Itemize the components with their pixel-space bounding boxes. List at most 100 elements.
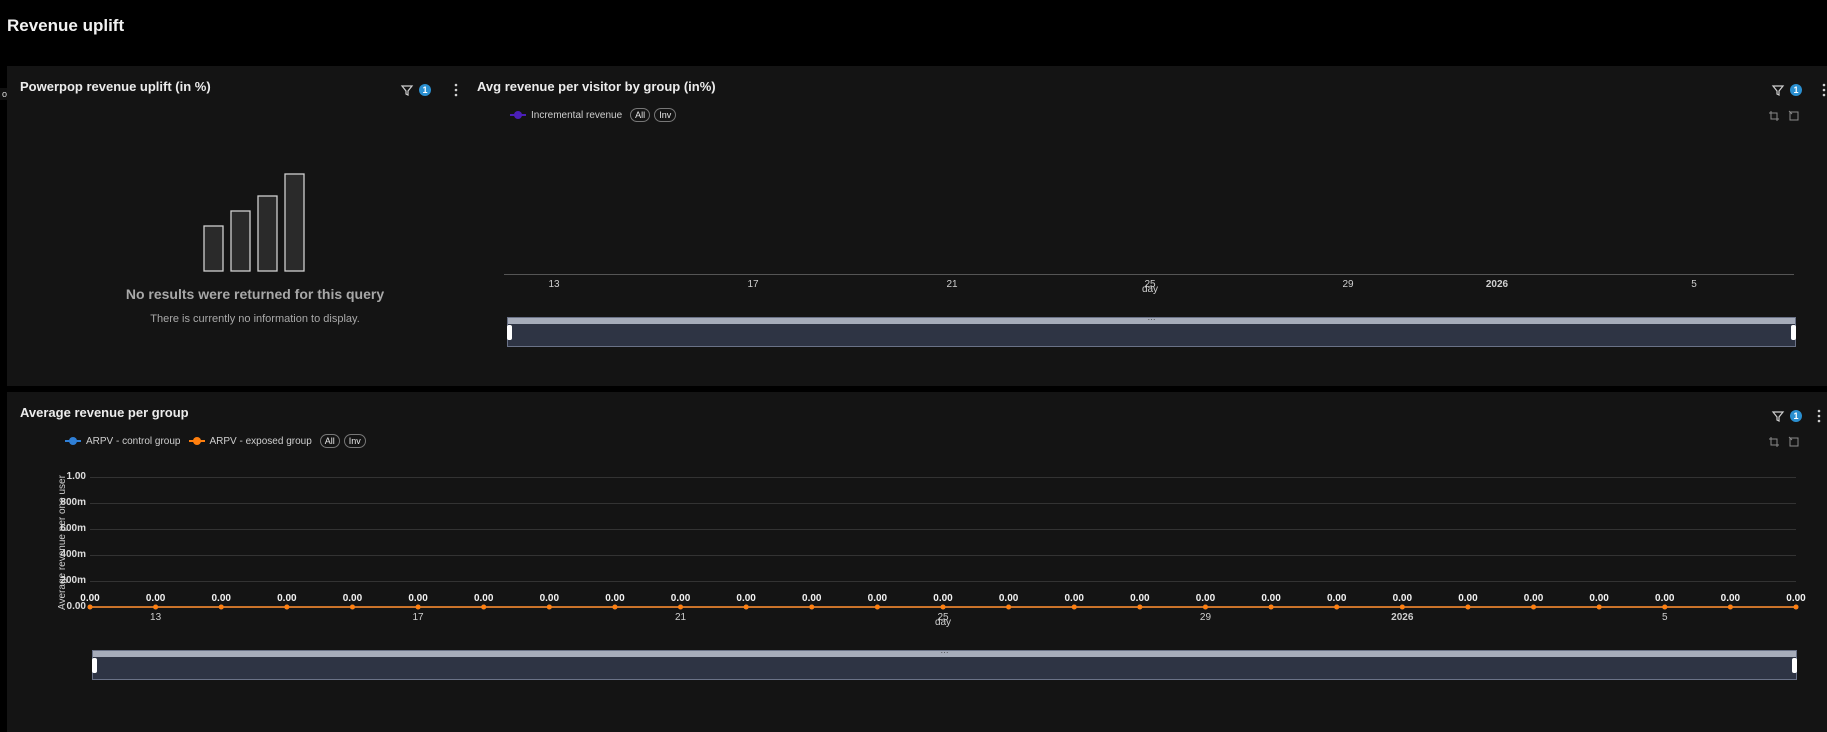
slider-handle-right[interactable] [1791,325,1796,340]
data-point[interactable] [1596,604,1602,610]
data-label: 0.00 [1064,593,1084,604]
zoom-select-icon[interactable] [1768,110,1780,122]
filter-icon[interactable] [1771,83,1785,97]
data-point[interactable] [1006,604,1012,610]
data-label: 0.00 [473,593,494,604]
data-label: 0.00 [1458,593,1478,604]
data-label: 0.00 [736,593,756,604]
empty-bars-icon [203,173,305,272]
data-point[interactable] [612,604,618,610]
data-point[interactable] [218,604,224,610]
data-point[interactable] [1399,604,1405,610]
zoom-slider[interactable]: ··· [92,648,1797,680]
data-point[interactable] [349,604,355,610]
x-tick-label: 13 [150,612,162,623]
filter-count-badge: 1 [1790,84,1802,96]
data-point[interactable] [153,604,159,610]
data-point[interactable] [1531,604,1537,610]
data-label: 0.00 [802,593,822,604]
data-label: 0.00 [933,593,953,604]
slider-grip[interactable]: ··· [941,648,949,657]
data-label: 0.00 [1786,593,1806,604]
data-label: 0.00 [1589,593,1609,604]
x-axis-title: day [1141,284,1159,295]
data-label: 0.00 [1720,593,1741,604]
data-label: 0.00 [867,593,888,604]
data-point[interactable] [874,604,880,610]
data-point[interactable] [940,604,946,610]
x-tick-label: 13 [548,279,560,290]
x-tick-label: 2026 [1391,612,1414,623]
panel-avg-revenue-visitor: Avg revenue per visitor by group (in%) I… [467,66,1827,386]
data-point[interactable] [1465,604,1471,610]
data-point[interactable] [678,604,684,610]
data-point[interactable] [1202,604,1208,610]
data-point[interactable] [284,604,290,610]
filter-icon[interactable] [400,83,414,97]
panel-powerpop-uplift: Powerpop revenue uplift (in %) 1 No resu… [7,66,467,386]
slider-handle-right[interactable] [1792,658,1797,673]
panel-title: Powerpop revenue uplift (in %) [20,79,211,94]
page-title: Revenue uplift [7,16,125,35]
data-label: 0.00 [1326,593,1347,604]
legend-label: Incremental revenue [531,109,623,121]
line-chart-plot [87,604,1799,610]
data-point[interactable] [1793,604,1799,610]
data-label: 0.00 [670,593,691,604]
data-label: 0.00 [1655,593,1675,604]
legend-swatch [510,111,526,119]
data-point[interactable] [1268,604,1274,610]
x-tick-label: 21 [674,612,687,623]
x-tick-label: 17 [412,612,424,623]
data-point[interactable] [1662,604,1668,610]
data-label: 0.00 [277,593,297,604]
data-label: 0.00 [1523,593,1544,604]
data-point[interactable] [546,604,552,610]
data-point[interactable] [87,604,93,610]
filter-count-badge: 1 [419,84,431,96]
data-point[interactable] [809,604,815,610]
legend-invert-button[interactable]: Inv [654,108,677,122]
legend-all-button[interactable]: All [630,108,651,122]
panel-title: Avg revenue per visitor by group (in%) [477,79,716,94]
zoom-reset-icon[interactable] [1788,110,1800,122]
panel-avg-revenue-group: Average revenue per group ARPV - control… [7,392,1827,732]
data-label: 0.00 [605,593,625,604]
x-tick-label: 21 [946,279,958,290]
x-axis-title: day [934,617,952,628]
legend-item-incremental[interactable]: Incremental revenue [510,110,622,121]
data-label: 0.00 [80,593,100,604]
x-tick-label: 17 [747,279,759,290]
data-label: 0.00 [145,593,166,604]
data-label: 0.00 [1195,593,1216,604]
chart-legend: Incremental revenue All Inv [510,108,680,122]
data-point[interactable] [1727,604,1733,610]
data-label: 0.00 [408,593,428,604]
empty-state-subtitle: There is currently no information to dis… [150,313,360,325]
empty-state-title: No results were returned for this query [125,286,385,302]
data-point[interactable] [481,604,487,610]
more-options-icon[interactable] [454,83,458,97]
x-tick-label: 29 [1342,279,1354,290]
data-label: 0.00 [539,593,560,604]
x-tick-label: 2026 [1485,279,1509,290]
data-point[interactable] [1137,604,1143,610]
slider-handle-left[interactable] [507,325,512,340]
data-point[interactable] [1071,604,1077,610]
data-label: 0.00 [1392,593,1413,604]
x-tick-label: 29 [1199,612,1212,623]
slider-grip[interactable]: ··· [1148,315,1156,324]
more-options-icon[interactable] [1822,83,1826,97]
data-label: 0.00 [211,593,231,604]
data-label: 0.00 [342,593,363,604]
x-tick-label: 5 [1661,612,1668,623]
data-point[interactable] [1334,604,1340,610]
zoom-slider[interactable]: ··· [507,315,1796,347]
slider-handle-left[interactable] [92,658,97,673]
data-label: 0.00 [1130,593,1150,604]
data-label: 0.00 [1261,593,1281,604]
data-point[interactable] [743,604,749,610]
data-label: 0.00 [998,593,1019,604]
x-tick-label: 5 [1691,279,1697,290]
data-point[interactable] [415,604,421,610]
